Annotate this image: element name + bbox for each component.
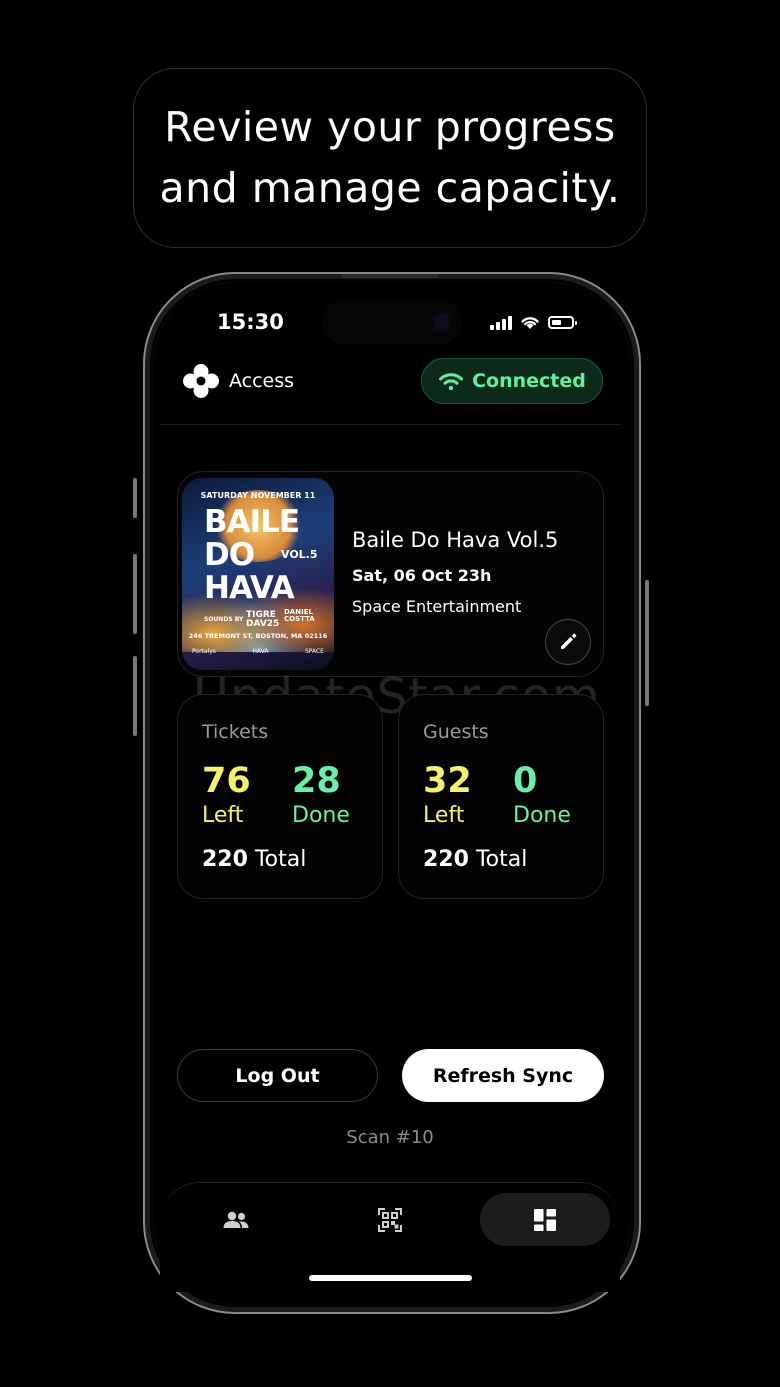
poster-sounds-by: SOUNDS BY <box>204 616 244 623</box>
tickets-stat-card[interactable]: Tickets 76 Left 28 Done 220 Total <box>177 694 383 899</box>
poster-volume: VOL.5 <box>281 548 318 561</box>
qr-scan-icon <box>378 1207 402 1232</box>
headline-line-1: Review your progress <box>164 103 616 151</box>
status-icons <box>490 315 577 330</box>
headline-line-2: and manage capacity. <box>159 164 621 212</box>
poster-logos: Portalys HAVA SPACE <box>192 648 324 655</box>
wifi-icon <box>521 317 539 329</box>
guests-total: 220 Total <box>423 847 528 872</box>
phone-volume-up-button <box>133 554 137 634</box>
connection-status-badge[interactable]: Connected <box>421 358 603 404</box>
event-date: Sat, 06 Oct 23h <box>352 566 492 585</box>
phone-power-button <box>645 580 649 706</box>
tickets-label: Tickets <box>202 721 269 743</box>
signal-icon <box>490 315 512 330</box>
battery-icon <box>548 316 577 329</box>
scan-counter: Scan #10 <box>346 1127 434 1148</box>
guests-stat-card[interactable]: Guests 32 Left 0 Done 220 Total <box>398 694 604 899</box>
brand: Access <box>183 364 294 398</box>
phone-action-button <box>133 478 137 518</box>
log-out-button[interactable]: Log Out <box>177 1049 378 1102</box>
tickets-left-value: 76 <box>202 761 251 801</box>
poster-address: 246 TREMONT ST, BOSTON, MA 02116 <box>188 632 328 640</box>
phone-volume-down-button <box>133 656 137 736</box>
camera-icon <box>434 314 450 330</box>
dashboard-icon <box>534 1208 556 1231</box>
poster-dj-2: DANIEL COSTTA <box>284 608 315 623</box>
header-divider <box>160 424 620 425</box>
access-logo-icon <box>183 364 219 398</box>
tickets-done-value: 28 <box>292 761 341 801</box>
tab-guests[interactable] <box>196 1193 276 1246</box>
event-poster: SATURDAY NOVEMBER 11 BAILE DO HAVA VOL.5… <box>182 478 334 670</box>
brand-label: Access <box>229 370 295 392</box>
poster-dj-1: TIGRE DAV25 <box>246 610 280 629</box>
guests-left-value: 32 <box>423 761 472 801</box>
dynamic-island <box>322 300 462 344</box>
home-indicator[interactable] <box>309 1275 472 1281</box>
guests-done-value: 0 <box>513 761 538 801</box>
guests-left-label: Left <box>423 803 465 828</box>
guests-done-label: Done <box>513 803 571 828</box>
edit-event-button[interactable] <box>545 619 591 665</box>
connection-status-label: Connected <box>472 370 586 392</box>
people-icon <box>223 1211 249 1228</box>
wifi-icon <box>439 373 464 391</box>
guests-label: Guests <box>423 721 489 743</box>
tickets-done-label: Done <box>292 803 350 828</box>
event-organizer: Space Entertainment <box>352 597 522 616</box>
pencil-icon <box>561 633 577 649</box>
phone-speaker <box>341 274 439 278</box>
tickets-left-label: Left <box>202 803 244 828</box>
tab-dashboard[interactable] <box>480 1193 610 1246</box>
tab-scan[interactable] <box>350 1193 430 1246</box>
tickets-total: 220 Total <box>202 847 307 872</box>
poster-date: SATURDAY NOVEMBER 11 <box>200 491 316 500</box>
event-title: Baile Do Hava Vol.5 <box>352 528 559 552</box>
status-time: 15:30 <box>217 310 284 334</box>
headline-banner: Review your progress and manage capacity… <box>133 68 647 248</box>
refresh-sync-button[interactable]: Refresh Sync <box>402 1049 604 1102</box>
